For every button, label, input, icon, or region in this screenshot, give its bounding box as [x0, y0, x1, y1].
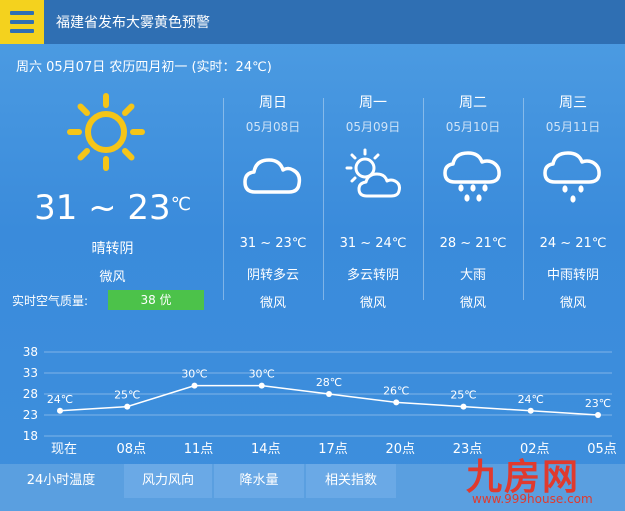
rain-icon — [443, 151, 501, 202]
forecast-wind: 微风 — [459, 296, 486, 311]
forecast-date: 05月10日 — [445, 120, 501, 134]
cloud-icon — [243, 158, 302, 194]
forecast-day-2[interactable]: 周一 05月09日 31 ~ 24℃ 多云转阴 微风 — [323, 80, 423, 320]
weather-alert[interactable]: 福建省发布大雾黄色预警 — [56, 12, 210, 32]
y-tick-label: 33 — [23, 366, 38, 380]
forecast-condition: 大雨 — [459, 268, 486, 283]
data-label: 28℃ — [316, 376, 342, 389]
today-wind: 微风 — [99, 270, 126, 285]
forecast-weekday: 周日 — [259, 95, 287, 111]
menu-icon — [10, 20, 34, 24]
data-label: 30℃ — [181, 368, 207, 381]
data-label: 23℃ — [585, 397, 611, 410]
forecast-weekday: 周三 — [559, 95, 587, 111]
y-tick-label: 28 — [23, 387, 38, 401]
top-bar: 福建省发布大雾黄色预警 — [0, 0, 625, 44]
today-temp-unit: ℃ — [170, 194, 191, 215]
x-tick-label: 11点 — [184, 442, 214, 457]
x-tick-label: 08点 — [116, 442, 146, 457]
forecast-date: 05月08日 — [245, 120, 301, 134]
forecast-temp: 31 ~ 24℃ — [339, 236, 407, 251]
forecast-wind: 微风 — [359, 296, 386, 311]
data-label: 30℃ — [249, 368, 275, 381]
data-point — [393, 399, 400, 406]
date-line: 周六 05月07日 农历四月初一 (实时：24℃) — [16, 60, 272, 75]
x-tick-label: 17点 — [318, 442, 348, 457]
x-tick-label: 现在 — [51, 442, 77, 457]
air-quality-badge[interactable]: 38 优 — [108, 290, 204, 310]
forecast-temp: 28 ~ 21℃ — [439, 236, 507, 251]
data-point — [460, 403, 467, 410]
forecast-date: 05月11日 — [545, 120, 601, 134]
sun-icon — [67, 93, 145, 171]
data-point — [258, 382, 265, 389]
menu-button[interactable] — [0, 0, 44, 44]
data-point — [595, 412, 601, 418]
data-point — [191, 382, 198, 389]
y-tick-label: 38 — [23, 345, 38, 359]
data-label: 25℃ — [450, 389, 476, 402]
rain-icon — [543, 151, 601, 203]
forecast-date: 05月09日 — [345, 120, 401, 134]
tab-indices[interactable]: 相关指数 — [306, 464, 396, 498]
data-point — [57, 407, 63, 414]
menu-icon — [10, 29, 34, 33]
tab-precipitation[interactable]: 降水量 — [214, 464, 304, 498]
forecast-condition: 阴转多云 — [246, 268, 299, 283]
today-temperature: 31 ~ 23℃ — [0, 188, 225, 228]
today-temp-range: 31 ~ 23 — [34, 188, 171, 228]
forecast-day-3[interactable]: 周二 05月10日 28 ~ 21℃ 大雨 微风 — [423, 80, 523, 320]
data-label: 24℃ — [518, 393, 544, 406]
weather-app: 福建省发布大雾黄色预警 周六 05月07日 农历四月初一 (实时：24℃) 31… — [0, 0, 625, 511]
air-quality-label: 实时空气质量: — [12, 294, 89, 308]
x-tick-label: 14点 — [251, 442, 281, 457]
forecast-temp: 24 ~ 21℃ — [539, 236, 607, 251]
today-condition: 晴转阴 — [91, 241, 134, 257]
data-point — [326, 391, 332, 397]
tab-wind[interactable]: 风力风向 — [124, 464, 212, 498]
y-tick-label: 18 — [23, 429, 38, 443]
data-label: 25℃ — [114, 389, 140, 402]
data-point — [124, 403, 131, 410]
forecast-condition: 多云转阴 — [346, 268, 399, 283]
x-tick-label: 20点 — [385, 442, 415, 457]
menu-icon — [10, 11, 34, 15]
watermark: 九房网 www.999house.com — [466, 448, 616, 508]
y-tick-label: 23 — [23, 408, 38, 422]
data-point — [527, 407, 534, 414]
data-label: 26℃ — [383, 384, 409, 397]
data-label: 24℃ — [47, 393, 73, 406]
forecast-wind: 微风 — [559, 296, 586, 311]
forecast-condition: 中雨转阴 — [546, 268, 599, 283]
forecast-day-4[interactable]: 周三 05月11日 24 ~ 21℃ 中雨转阴 微风 — [523, 80, 623, 320]
watermark-url: www.999house.com — [472, 492, 593, 506]
forecast-panel: 周日 05月08日 31 ~ 23℃ 阴转多云 微风 周一 05月09日 31 … — [223, 80, 625, 320]
forecast-temp: 31 ~ 23℃ — [239, 236, 307, 251]
hourly-temperature-chart: 38 33 28 23 18 24℃ 25℃ 30℃ 30℃ 28℃ 26℃ 25℃ 24℃ 23℃ 现在 0… — [23, 345, 617, 457]
forecast-day-1[interactable]: 周日 05月08日 31 ~ 23℃ 阴转多云 微风 — [223, 80, 323, 320]
today-panel: 31 ~ 23℃ 晴转阴 微风 实时空气质量: 38 优 — [0, 80, 225, 320]
partly-cloudy-icon — [345, 148, 401, 198]
forecast-wind: 微风 — [259, 296, 286, 311]
forecast-weekday: 周一 — [359, 95, 387, 111]
forecast-weekday: 周二 — [459, 95, 487, 111]
tab-24h-temperature[interactable]: 24小时温度 — [0, 464, 122, 498]
